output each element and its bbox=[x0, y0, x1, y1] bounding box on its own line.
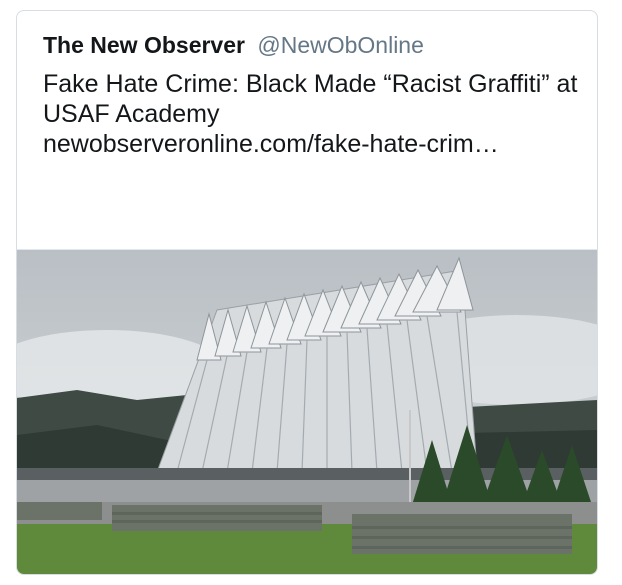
tweet-photo[interactable] bbox=[17, 249, 597, 574]
tweet-text: Fake Hate Crime: Black Made “Racist Graf… bbox=[43, 69, 583, 159]
tweet-link[interactable]: newobserveronline.com/fake-hate-crim… bbox=[43, 129, 583, 159]
author-handle[interactable]: @NewObOnline bbox=[257, 32, 424, 58]
tweet-card[interactable]: The New Observer @NewObOnline Fake Hate … bbox=[16, 10, 598, 575]
tweet-header: The New Observer @NewObOnline bbox=[43, 31, 424, 59]
chapel-photo-illustration bbox=[17, 250, 597, 574]
tweet-body: Fake Hate Crime: Black Made “Racist Graf… bbox=[43, 70, 578, 128]
flagpole bbox=[409, 410, 411, 510]
author-name[interactable]: The New Observer bbox=[43, 32, 245, 58]
